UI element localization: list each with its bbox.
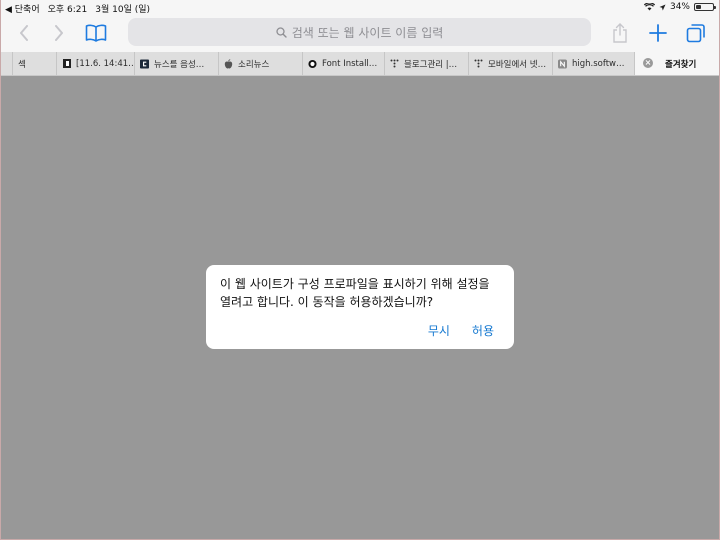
tab-label: high.softw… (572, 58, 625, 69)
permission-dialog: 이 웹 사이트가 구성 프로파일을 표시하기 위해 설정을 열려고 합니다. 이… (206, 265, 514, 349)
close-tab-button[interactable]: × (643, 58, 653, 68)
ring-icon (308, 59, 317, 68)
dialog-message: 이 웹 사이트가 구성 프로파일을 표시하기 위해 설정을 열려고 합니다. 이… (220, 277, 490, 309)
status-time: 오후 6:21 (47, 5, 88, 15)
tab-6[interactable]: 모바일에서 넷… (468, 52, 552, 75)
chevron-left-icon (20, 25, 28, 41)
new-tab-button[interactable] (644, 20, 672, 46)
book-icon (85, 24, 107, 42)
tab-label: 소리뉴스 (238, 59, 270, 70)
t-logo-icon (474, 59, 483, 68)
tabs-overview-button[interactable] (682, 20, 710, 46)
dark-square-icon (62, 59, 71, 68)
tab-7[interactable]: high.softw… (552, 52, 634, 75)
tab-label: Font Install… (322, 58, 378, 69)
back-to-app-link[interactable]: ◀ 단축어 (5, 2, 40, 15)
tab-2[interactable]: 뉴스를 음성… (134, 52, 218, 75)
close-icon: × (644, 58, 652, 67)
tab-label: 즐겨찾기 (665, 59, 697, 70)
share-button[interactable] (606, 20, 634, 46)
chevron-right-icon (55, 25, 63, 41)
dialog-actions: 무시 허용 (428, 322, 494, 339)
tab-label: 뉴스를 음성… (154, 59, 205, 70)
c-logo-icon (140, 59, 149, 68)
tab-label: 섹 (18, 59, 26, 70)
t-logo-icon (390, 59, 399, 68)
location-arrow-icon (659, 4, 666, 10)
tab-bar: 섹 [11.6. 14:41… 뉴스를 음성… 소리뉴스 Font Instal… (0, 52, 720, 76)
tab-label: 모바일에서 넷… (488, 59, 547, 70)
tab-label: [11.6. 14:41… (76, 58, 134, 69)
back-button[interactable] (10, 20, 38, 46)
battery-icon (694, 3, 716, 11)
share-icon (613, 23, 627, 43)
bookmarks-button[interactable] (82, 20, 110, 46)
address-placeholder: 검색 또는 웹 사이트 이름 입력 (291, 25, 444, 40)
safari-toolbar: 검색 또는 웹 사이트 이름 입력 (0, 15, 720, 52)
tab-spacer (0, 52, 12, 75)
tab-0[interactable]: 섹 (12, 52, 56, 75)
tab-4[interactable]: Font Install… (302, 52, 384, 75)
wifi-icon (643, 3, 655, 11)
tab-1[interactable]: [11.6. 14:41… (56, 52, 134, 75)
status-date: 3월 10일 (일) (95, 5, 151, 15)
tabs-icon (686, 24, 705, 43)
tab-label: 블로그관리 |… (404, 59, 458, 70)
forward-button[interactable] (45, 20, 73, 46)
apple-icon (224, 58, 233, 68)
tab-3[interactable]: 소리뉴스 (218, 52, 302, 75)
battery-percent: 34% (669, 2, 690, 12)
tab-5[interactable]: 블로그관리 |… (384, 52, 468, 75)
ignore-button[interactable]: 무시 (428, 322, 450, 339)
status-bar: ◀ 단축어 오후 6:21 3월 10일 (일) 34% (0, 0, 720, 15)
n-logo-icon (558, 59, 567, 68)
tab-active-favorites[interactable]: × 즐겨찾기 (634, 52, 720, 75)
search-icon (276, 26, 287, 38)
plus-icon (649, 24, 667, 42)
address-bar[interactable]: 검색 또는 웹 사이트 이름 입력 (128, 18, 591, 46)
allow-button[interactable]: 허용 (472, 322, 494, 339)
